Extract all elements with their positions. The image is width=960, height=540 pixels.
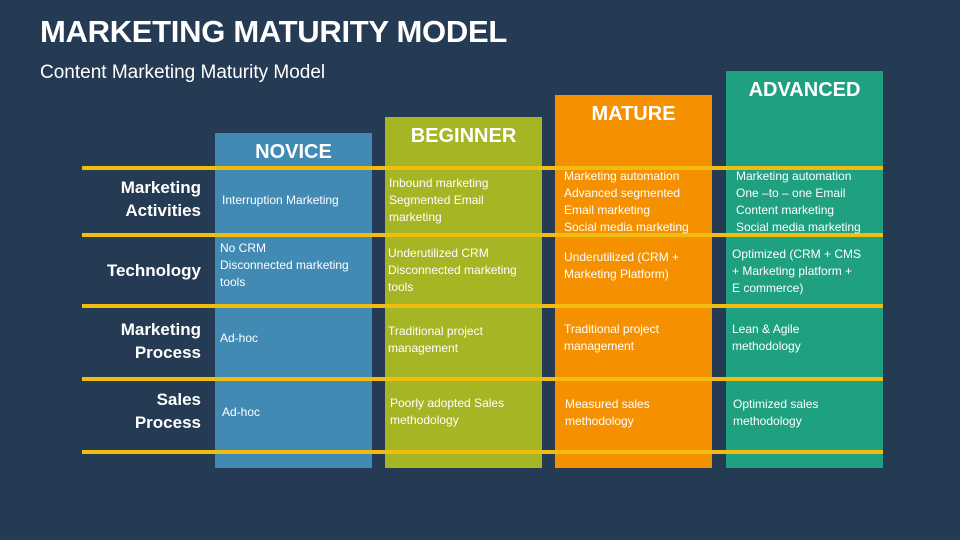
- cell-beginner-marketing-process: Traditional project management: [388, 323, 483, 357]
- page-subtitle: Content Marketing Maturity Model: [40, 62, 326, 83]
- cell-line: Underutilized (CRM +: [564, 250, 680, 264]
- cell-mature-marketing-process: Traditional project management: [564, 321, 659, 355]
- cell-line: Optimized sales: [733, 397, 819, 411]
- cell-line: methodology: [565, 414, 634, 428]
- cell-line: Measured sales: [565, 397, 650, 411]
- cell-beginner-marketing-activities: Inbound marketing Segmented Email market…: [389, 175, 488, 226]
- cell-line: Interruption Marketing: [222, 193, 339, 207]
- cell-novice-marketing-activities: Interruption Marketing: [222, 192, 339, 209]
- cell-line: methodology: [732, 339, 801, 353]
- cell-line: Inbound marketing: [389, 176, 489, 190]
- cell-line: Ad-hoc: [220, 331, 259, 345]
- cell-line: Content marketing: [736, 203, 835, 217]
- cell-line: Email marketing: [564, 203, 651, 217]
- cell-line: Marketing Platform): [564, 267, 669, 281]
- cell-line: Social media marketing: [564, 220, 689, 234]
- cell-mature-sales-process: Measured sales methodology: [565, 396, 650, 430]
- cell-beginner-sales-process: Poorly adopted Sales methodology: [390, 395, 504, 429]
- cell-line: tools: [388, 280, 414, 294]
- cell-line: Underutilized CRM: [388, 246, 489, 260]
- stage-header-novice: NOVICE: [255, 141, 332, 163]
- row-divider: [82, 304, 883, 308]
- row-divider: [82, 450, 883, 454]
- cell-novice-sales-process: Ad-hoc: [222, 404, 260, 421]
- cell-novice-marketing-process: Ad-hoc: [220, 330, 258, 347]
- row-label-line: Process: [134, 413, 201, 432]
- cell-line: Optimized (CRM + CMS: [732, 247, 862, 261]
- row-label-marketing-activities: Marketing Activities: [60, 176, 201, 222]
- stage-header-beginner: BEGINNER: [410, 125, 517, 147]
- cell-advanced-marketing-activities: Marketing automation One –to – one Email…: [736, 168, 861, 236]
- cell-line: management: [564, 339, 635, 353]
- cell-line: Ad-hoc: [222, 405, 261, 419]
- cell-mature-technology: Underutilized (CRM + Marketing Platform): [564, 249, 679, 283]
- cell-line: marketing: [389, 210, 442, 224]
- cell-line: Traditional project: [388, 324, 483, 338]
- cell-line: Lean & Agile: [732, 322, 800, 336]
- cell-line: methodology: [390, 413, 459, 427]
- cell-beginner-technology: Underutilized CRM Disconnected marketing…: [388, 245, 517, 296]
- row-label-line: Marketing: [120, 320, 201, 339]
- cell-novice-technology: No CRM Disconnected marketing tools: [220, 240, 349, 291]
- cell-line: E commerce): [732, 281, 804, 295]
- row-divider: [82, 377, 883, 381]
- cell-line: Social media marketing: [736, 220, 861, 234]
- row-label-marketing-process: Marketing Process: [60, 318, 201, 364]
- stage-header-advanced: ADVANCED: [748, 79, 861, 101]
- cell-mature-marketing-activities: Marketing automation Advanced segmented …: [564, 168, 689, 236]
- stage-header-mature: MATURE: [591, 103, 676, 125]
- cell-line: One –to – one Email: [736, 186, 846, 200]
- cell-advanced-sales-process: Optimized sales methodology: [733, 396, 818, 430]
- cell-line: + Marketing platform +: [732, 264, 853, 278]
- cell-line: management: [388, 341, 459, 355]
- row-label-line: Sales: [156, 390, 201, 409]
- cell-line: Segmented Email: [389, 193, 484, 207]
- cell-line: Marketing automation: [736, 169, 852, 183]
- row-label-line: Activities: [125, 201, 201, 220]
- row-label-line: Marketing: [120, 178, 201, 197]
- cell-line: Traditional project: [564, 322, 659, 336]
- row-label-technology: Technology: [60, 259, 201, 282]
- row-label-line: Technology: [106, 261, 201, 280]
- row-label-line: Process: [134, 343, 201, 362]
- cell-line: Advanced segmented: [564, 186, 681, 200]
- cell-line: No CRM: [220, 241, 267, 255]
- row-label-sales-process: Sales Process: [60, 388, 201, 434]
- cell-line: methodology: [733, 414, 802, 428]
- cell-line: tools: [220, 275, 246, 289]
- cell-line: Disconnected marketing: [220, 258, 349, 272]
- cell-line: Disconnected marketing: [388, 263, 517, 277]
- page-title: MARKETING MATURITY MODEL: [40, 14, 507, 49]
- cell-line: Marketing automation: [564, 169, 680, 183]
- cell-advanced-marketing-process: Lean & Agile methodology: [732, 321, 801, 355]
- cell-advanced-technology: Optimized (CRM + CMS + Marketing platfor…: [732, 246, 861, 297]
- cell-line: Poorly adopted Sales: [390, 396, 505, 410]
